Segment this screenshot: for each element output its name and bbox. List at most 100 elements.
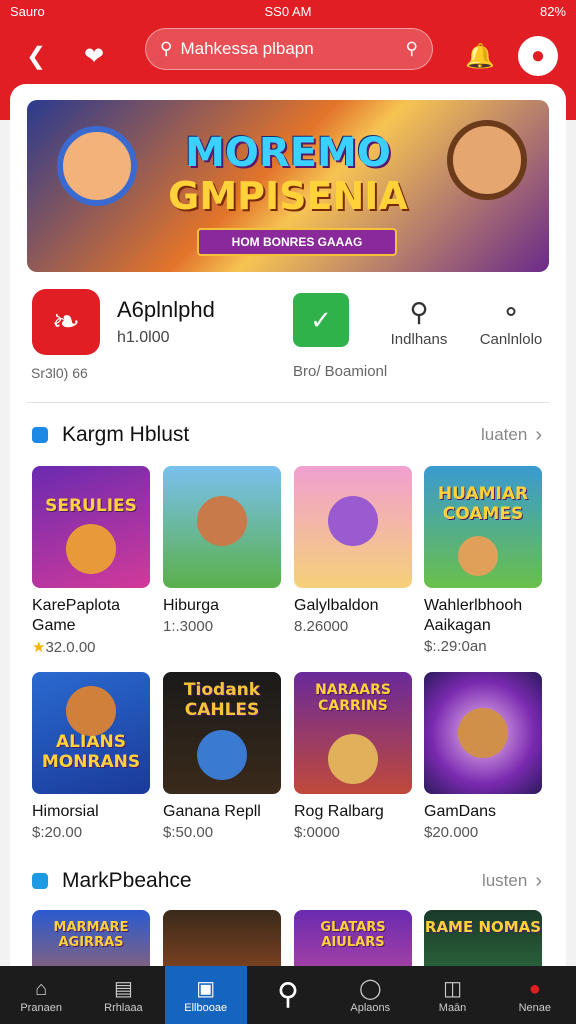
search-input[interactable] bbox=[180, 39, 406, 59]
nav-store-label: Rrhlaaa bbox=[104, 1002, 143, 1014]
nav-apps[interactable]: ◯ Aplaons bbox=[329, 966, 411, 1024]
library-icon: ▣ bbox=[196, 978, 216, 1000]
thumbnail-text: ALIANS MONRANS bbox=[41, 732, 141, 772]
game-name: Wahlerlbhooh Aaikagan bbox=[424, 597, 523, 634]
app-subtitle: Sr3l0) 66 bbox=[31, 365, 88, 381]
shield-icon: ✓ bbox=[310, 304, 332, 335]
banner-title-line1: MOREMO bbox=[185, 130, 391, 176]
action-share[interactable]: ⚬ Canlnlolo bbox=[471, 293, 551, 348]
back-icon[interactable]: ❮ bbox=[16, 36, 56, 76]
game-tile[interactable]: Tiodank CAHLES Ganana Repll $:50.00 bbox=[163, 672, 281, 841]
voice-search-icon[interactable]: ⚲ bbox=[406, 39, 418, 59]
location-pin-icon: ⚲ bbox=[409, 297, 429, 327]
section-marker-icon bbox=[32, 427, 48, 443]
game-thumbnail: SERULIES bbox=[32, 466, 150, 588]
game-name: Hiburga bbox=[163, 597, 220, 614]
banner-ribbon: HOM BONRES GAAAG bbox=[197, 228, 397, 256]
game-name: KarePaplota Game bbox=[32, 597, 121, 634]
thumbnail-text: NARAARS CARRINS bbox=[315, 682, 391, 714]
chevron-right-icon[interactable]: › bbox=[535, 870, 542, 893]
game-tile[interactable]: ALIANS MONRANS Himorsial $:20.00 bbox=[32, 672, 150, 841]
section-header-2: MarkPbeahce lusten › bbox=[32, 866, 542, 896]
game-price: ★32.0.00 bbox=[32, 638, 150, 656]
character-image bbox=[328, 734, 378, 784]
section-more-link-1[interactable]: luaten bbox=[481, 425, 527, 445]
thumbnail-text: Tiodank CAHLES bbox=[183, 680, 261, 720]
search-icon: ⚲ bbox=[160, 39, 173, 58]
home-icon: ⌂ bbox=[35, 978, 48, 1000]
nav-profile[interactable]: ● Nenae bbox=[494, 966, 576, 1024]
notification-icon[interactable]: 🔔 bbox=[460, 36, 500, 76]
install-label: Bro/ Boamionl bbox=[293, 363, 388, 380]
thumbnail-text: MARMARE AGIRRAS bbox=[53, 920, 129, 950]
game-price-value: 32.0.00 bbox=[45, 639, 96, 656]
nav-home[interactable]: ⌂ Pranaen bbox=[0, 966, 82, 1024]
character-image bbox=[66, 524, 116, 574]
game-name: Galylbaldon bbox=[294, 597, 379, 614]
chevron-right-icon[interactable]: › bbox=[535, 424, 542, 447]
game-tile[interactable]: Hiburga 1:.3000 bbox=[163, 466, 281, 635]
game-tile[interactable]: SERULIES KarePaplota Game ★32.0.00 bbox=[32, 466, 150, 656]
status-battery: 82% bbox=[539, 3, 566, 19]
character-image bbox=[458, 708, 508, 758]
game-thumbnail bbox=[294, 466, 412, 588]
section-more-link-2[interactable]: lusten bbox=[482, 871, 527, 891]
game-thumbnail: HUAMIAR COAMES bbox=[424, 466, 542, 588]
game-name: Rog Ralbarg bbox=[294, 803, 384, 820]
character-image bbox=[197, 496, 247, 546]
app-logo-icon[interactable]: ❧ bbox=[32, 289, 100, 355]
promo-banner[interactable]: MOREMO GMPISENIA HOM BONRES GAAAG bbox=[27, 100, 549, 272]
section-header-1: Kargm Hblust luaten › bbox=[32, 420, 542, 450]
nav-games[interactable]: ◫ Maān bbox=[411, 966, 493, 1024]
action-share-label: Canlnlolo bbox=[479, 331, 543, 348]
game-price: $20.000 bbox=[424, 824, 479, 841]
game-price: $:50.00 bbox=[163, 824, 214, 841]
character-image bbox=[66, 686, 116, 736]
profile-avatar-icon[interactable]: ● bbox=[518, 36, 558, 76]
game-tile[interactable]: GamDans $20.000 bbox=[424, 672, 542, 841]
games-icon: ◫ bbox=[443, 978, 462, 1000]
action-location[interactable]: ⚲ Indlhans bbox=[379, 293, 459, 348]
game-price: 1:.3000 bbox=[163, 618, 214, 635]
thumbnail-text: RAME NOMAS bbox=[424, 918, 542, 936]
thumbnail-text: SERULIES bbox=[45, 496, 137, 516]
app-name: A6plnlphd bbox=[117, 297, 215, 322]
main-card: MOREMO GMPISENIA HOM BONRES GAAAG ❧ A6pl… bbox=[10, 84, 566, 984]
game-thumbnail: Tiodank CAHLES bbox=[163, 672, 281, 794]
game-thumbnail: NARAARS CARRINS bbox=[294, 672, 412, 794]
app-info: ❧ A6plnlphd h1.0l00 Sr3l0) 66 ✓ Bro/ Boa… bbox=[27, 289, 549, 399]
profile-icon: ● bbox=[528, 978, 541, 1000]
game-name: Himorsial bbox=[32, 803, 99, 820]
favorite-icon[interactable]: ❤ bbox=[74, 36, 114, 76]
game-price: 8.26000 bbox=[294, 618, 349, 635]
action-location-label: Indlhans bbox=[390, 331, 448, 348]
nav-library[interactable]: ▣ Ellbooae bbox=[164, 966, 247, 1024]
bottom-nav: ⌂ Pranaen ▤ Rrhlaaa ▣ Ellbooae ⚲ ◯ Aplao… bbox=[0, 966, 576, 1024]
game-name: Ganana Repll bbox=[163, 803, 261, 820]
install-button[interactable]: ✓ bbox=[293, 293, 349, 347]
game-price: $:.29:0an bbox=[424, 638, 487, 655]
game-price: $:20.00 bbox=[32, 824, 83, 841]
game-price: $:0000 bbox=[294, 824, 340, 841]
nav-apps-label: Aplaons bbox=[350, 1002, 391, 1014]
apps-icon: ◯ bbox=[359, 978, 382, 1000]
search-bar[interactable]: ⚲ ⚲ bbox=[145, 28, 433, 70]
nav-library-label: Ellbooae bbox=[184, 1002, 228, 1014]
status-bar: Sauro SS0 AM 82% bbox=[0, 0, 576, 22]
character-image bbox=[328, 496, 378, 546]
app-price: h1.0l00 bbox=[117, 329, 170, 346]
game-tile[interactable]: NARAARS CARRINS Rog Ralbarg $:0000 bbox=[294, 672, 412, 841]
character-image bbox=[458, 536, 498, 576]
status-left: Sauro bbox=[10, 3, 45, 19]
store-icon: ▤ bbox=[113, 978, 133, 1000]
nav-search[interactable]: ⚲ bbox=[247, 966, 329, 1024]
status-time: SS0 AM bbox=[264, 3, 312, 19]
game-tile[interactable]: HUAMIAR COAMES Wahlerlbhooh Aaikagan $:.… bbox=[424, 466, 542, 655]
game-tile[interactable]: Galylbaldon 8.26000 bbox=[294, 466, 412, 635]
share-icon: ⚬ bbox=[500, 297, 522, 327]
banner-title-line2: GMPISENIA bbox=[168, 174, 408, 218]
nav-home-label: Pranaen bbox=[20, 1002, 62, 1014]
thumbnail-text: HUAMIAR COAMES bbox=[437, 484, 529, 524]
nav-store[interactable]: ▤ Rrhlaaa bbox=[82, 966, 164, 1024]
section-title-2: MarkPbeahce bbox=[62, 869, 192, 892]
